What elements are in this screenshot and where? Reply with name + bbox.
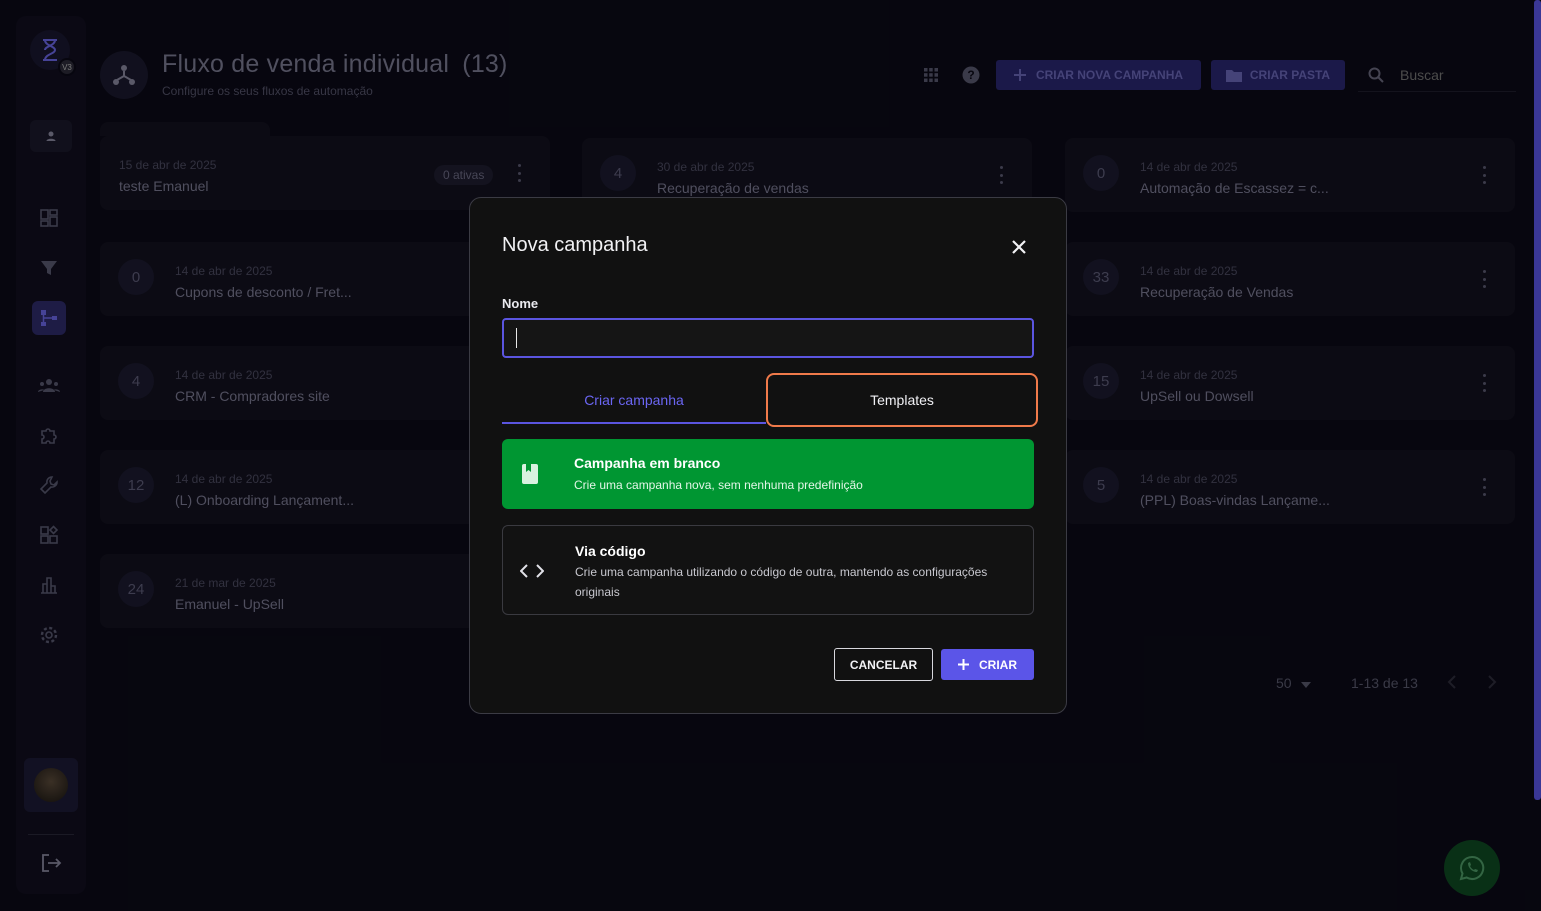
dialog-title: Nova campanha	[502, 234, 648, 256]
code-option-desc: Crie uma campanha utilizando o código de…	[575, 565, 988, 599]
document-icon	[522, 464, 538, 484]
name-label: Nome	[502, 296, 539, 311]
blank-option-title: Campanha em branco	[574, 455, 721, 471]
blank-campaign-option[interactable]: Campanha em branco Crie uma campanha nov…	[502, 439, 1034, 509]
code-option-title: Via código	[575, 543, 646, 559]
new-campaign-dialog: Nova campanha Nome Criar campanha Templa…	[469, 197, 1067, 714]
tab-create-label: Criar campanha	[584, 392, 684, 408]
tab-templates[interactable]: Templates	[766, 373, 1038, 427]
tab-create-campaign[interactable]: Criar campanha	[502, 378, 766, 424]
create-button[interactable]: CRIAR	[941, 649, 1034, 680]
cancel-label: CANCELAR	[849, 657, 918, 672]
cancel-button[interactable]: CANCELAR	[834, 648, 933, 681]
close-button[interactable]	[1008, 236, 1030, 258]
code-icon	[520, 564, 544, 578]
blank-option-desc: Crie uma campanha nova, sem nenhuma pred…	[574, 478, 863, 492]
tab-templates-label: Templates	[870, 392, 934, 408]
text-caret	[516, 328, 517, 348]
close-icon	[1012, 240, 1026, 254]
create-label: CRIAR	[979, 657, 1017, 672]
campaign-name-input[interactable]	[502, 318, 1034, 358]
code-campaign-option[interactable]: Via código Crie uma campanha utilizando …	[502, 525, 1034, 615]
plus-icon	[958, 659, 969, 670]
